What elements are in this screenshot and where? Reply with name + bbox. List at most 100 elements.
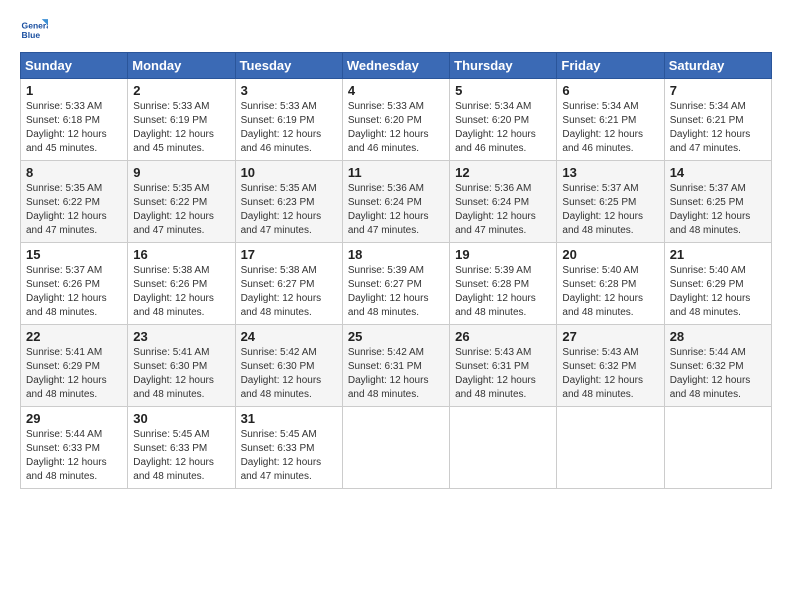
day-number: 22	[26, 329, 122, 344]
header: General Blue	[20, 16, 772, 44]
calendar-cell: 24 Sunrise: 5:42 AMSunset: 6:30 PMDaylig…	[235, 325, 342, 407]
day-info: Sunrise: 5:41 AMSunset: 6:29 PMDaylight:…	[26, 347, 107, 400]
calendar-cell: 20 Sunrise: 5:40 AMSunset: 6:28 PMDaylig…	[557, 243, 664, 325]
col-header-wednesday: Wednesday	[342, 53, 449, 79]
day-info: Sunrise: 5:34 AMSunset: 6:21 PMDaylight:…	[670, 101, 751, 154]
calendar-cell: 8 Sunrise: 5:35 AMSunset: 6:22 PMDayligh…	[21, 161, 128, 243]
col-header-friday: Friday	[557, 53, 664, 79]
col-header-sunday: Sunday	[21, 53, 128, 79]
calendar-cell: 19 Sunrise: 5:39 AMSunset: 6:28 PMDaylig…	[450, 243, 557, 325]
calendar-cell: 1 Sunrise: 5:33 AMSunset: 6:18 PMDayligh…	[21, 79, 128, 161]
day-number: 14	[670, 165, 766, 180]
day-info: Sunrise: 5:42 AMSunset: 6:31 PMDaylight:…	[348, 347, 429, 400]
day-info: Sunrise: 5:34 AMSunset: 6:21 PMDaylight:…	[562, 101, 643, 154]
calendar-cell: 13 Sunrise: 5:37 AMSunset: 6:25 PMDaylig…	[557, 161, 664, 243]
calendar-cell: 25 Sunrise: 5:42 AMSunset: 6:31 PMDaylig…	[342, 325, 449, 407]
day-info: Sunrise: 5:37 AMSunset: 6:26 PMDaylight:…	[26, 265, 107, 318]
calendar-cell: 31 Sunrise: 5:45 AMSunset: 6:33 PMDaylig…	[235, 407, 342, 489]
calendar-cell: 18 Sunrise: 5:39 AMSunset: 6:27 PMDaylig…	[342, 243, 449, 325]
calendar-cell: 17 Sunrise: 5:38 AMSunset: 6:27 PMDaylig…	[235, 243, 342, 325]
day-number: 30	[133, 411, 229, 426]
calendar-cell: 26 Sunrise: 5:43 AMSunset: 6:31 PMDaylig…	[450, 325, 557, 407]
calendar-cell: 4 Sunrise: 5:33 AMSunset: 6:20 PMDayligh…	[342, 79, 449, 161]
day-number: 10	[241, 165, 337, 180]
svg-text:General: General	[22, 20, 48, 30]
day-number: 9	[133, 165, 229, 180]
day-info: Sunrise: 5:35 AMSunset: 6:22 PMDaylight:…	[26, 183, 107, 236]
day-number: 25	[348, 329, 444, 344]
calendar-cell: 15 Sunrise: 5:37 AMSunset: 6:26 PMDaylig…	[21, 243, 128, 325]
day-info: Sunrise: 5:39 AMSunset: 6:28 PMDaylight:…	[455, 265, 536, 318]
day-number: 4	[348, 83, 444, 98]
col-header-tuesday: Tuesday	[235, 53, 342, 79]
calendar-cell: 7 Sunrise: 5:34 AMSunset: 6:21 PMDayligh…	[664, 79, 771, 161]
day-number: 12	[455, 165, 551, 180]
calendar-cell: 12 Sunrise: 5:36 AMSunset: 6:24 PMDaylig…	[450, 161, 557, 243]
calendar-week-5: 29 Sunrise: 5:44 AMSunset: 6:33 PMDaylig…	[21, 407, 772, 489]
day-info: Sunrise: 5:33 AMSunset: 6:19 PMDaylight:…	[241, 101, 322, 154]
calendar-cell: 29 Sunrise: 5:44 AMSunset: 6:33 PMDaylig…	[21, 407, 128, 489]
day-number: 16	[133, 247, 229, 262]
day-number: 18	[348, 247, 444, 262]
logo-icon: General Blue	[20, 16, 48, 44]
calendar-week-2: 8 Sunrise: 5:35 AMSunset: 6:22 PMDayligh…	[21, 161, 772, 243]
day-info: Sunrise: 5:33 AMSunset: 6:19 PMDaylight:…	[133, 101, 214, 154]
day-number: 27	[562, 329, 658, 344]
calendar-week-3: 15 Sunrise: 5:37 AMSunset: 6:26 PMDaylig…	[21, 243, 772, 325]
day-number: 1	[26, 83, 122, 98]
calendar-cell: 22 Sunrise: 5:41 AMSunset: 6:29 PMDaylig…	[21, 325, 128, 407]
day-info: Sunrise: 5:38 AMSunset: 6:27 PMDaylight:…	[241, 265, 322, 318]
day-number: 5	[455, 83, 551, 98]
day-number: 29	[26, 411, 122, 426]
calendar-week-1: 1 Sunrise: 5:33 AMSunset: 6:18 PMDayligh…	[21, 79, 772, 161]
calendar-cell: 6 Sunrise: 5:34 AMSunset: 6:21 PMDayligh…	[557, 79, 664, 161]
col-header-thursday: Thursday	[450, 53, 557, 79]
day-info: Sunrise: 5:33 AMSunset: 6:20 PMDaylight:…	[348, 101, 429, 154]
day-info: Sunrise: 5:37 AMSunset: 6:25 PMDaylight:…	[670, 183, 751, 236]
calendar-cell: 10 Sunrise: 5:35 AMSunset: 6:23 PMDaylig…	[235, 161, 342, 243]
calendar-cell: 2 Sunrise: 5:33 AMSunset: 6:19 PMDayligh…	[128, 79, 235, 161]
col-header-monday: Monday	[128, 53, 235, 79]
calendar-cell: 16 Sunrise: 5:38 AMSunset: 6:26 PMDaylig…	[128, 243, 235, 325]
day-info: Sunrise: 5:35 AMSunset: 6:23 PMDaylight:…	[241, 183, 322, 236]
page: General Blue SundayMondayTuesdayWednesda…	[0, 0, 792, 612]
calendar-cell: 30 Sunrise: 5:45 AMSunset: 6:33 PMDaylig…	[128, 407, 235, 489]
day-number: 8	[26, 165, 122, 180]
day-number: 17	[241, 247, 337, 262]
calendar-cell: 28 Sunrise: 5:44 AMSunset: 6:32 PMDaylig…	[664, 325, 771, 407]
day-number: 26	[455, 329, 551, 344]
day-info: Sunrise: 5:35 AMSunset: 6:22 PMDaylight:…	[133, 183, 214, 236]
calendar-cell: 11 Sunrise: 5:36 AMSunset: 6:24 PMDaylig…	[342, 161, 449, 243]
calendar-cell	[664, 407, 771, 489]
day-info: Sunrise: 5:44 AMSunset: 6:33 PMDaylight:…	[26, 429, 107, 482]
day-number: 13	[562, 165, 658, 180]
day-info: Sunrise: 5:36 AMSunset: 6:24 PMDaylight:…	[348, 183, 429, 236]
day-info: Sunrise: 5:40 AMSunset: 6:28 PMDaylight:…	[562, 265, 643, 318]
day-info: Sunrise: 5:34 AMSunset: 6:20 PMDaylight:…	[455, 101, 536, 154]
day-number: 6	[562, 83, 658, 98]
day-number: 23	[133, 329, 229, 344]
day-number: 20	[562, 247, 658, 262]
day-info: Sunrise: 5:45 AMSunset: 6:33 PMDaylight:…	[133, 429, 214, 482]
day-info: Sunrise: 5:40 AMSunset: 6:29 PMDaylight:…	[670, 265, 751, 318]
col-header-saturday: Saturday	[664, 53, 771, 79]
calendar-cell: 5 Sunrise: 5:34 AMSunset: 6:20 PMDayligh…	[450, 79, 557, 161]
day-info: Sunrise: 5:43 AMSunset: 6:31 PMDaylight:…	[455, 347, 536, 400]
calendar-cell: 21 Sunrise: 5:40 AMSunset: 6:29 PMDaylig…	[664, 243, 771, 325]
day-info: Sunrise: 5:41 AMSunset: 6:30 PMDaylight:…	[133, 347, 214, 400]
calendar-cell: 27 Sunrise: 5:43 AMSunset: 6:32 PMDaylig…	[557, 325, 664, 407]
calendar: SundayMondayTuesdayWednesdayThursdayFrid…	[20, 52, 772, 489]
day-info: Sunrise: 5:39 AMSunset: 6:27 PMDaylight:…	[348, 265, 429, 318]
calendar-cell: 3 Sunrise: 5:33 AMSunset: 6:19 PMDayligh…	[235, 79, 342, 161]
day-info: Sunrise: 5:43 AMSunset: 6:32 PMDaylight:…	[562, 347, 643, 400]
day-info: Sunrise: 5:36 AMSunset: 6:24 PMDaylight:…	[455, 183, 536, 236]
calendar-header-row: SundayMondayTuesdayWednesdayThursdayFrid…	[21, 53, 772, 79]
day-info: Sunrise: 5:42 AMSunset: 6:30 PMDaylight:…	[241, 347, 322, 400]
calendar-cell: 14 Sunrise: 5:37 AMSunset: 6:25 PMDaylig…	[664, 161, 771, 243]
day-number: 24	[241, 329, 337, 344]
calendar-cell: 23 Sunrise: 5:41 AMSunset: 6:30 PMDaylig…	[128, 325, 235, 407]
day-info: Sunrise: 5:44 AMSunset: 6:32 PMDaylight:…	[670, 347, 751, 400]
day-number: 2	[133, 83, 229, 98]
day-number: 3	[241, 83, 337, 98]
day-number: 19	[455, 247, 551, 262]
